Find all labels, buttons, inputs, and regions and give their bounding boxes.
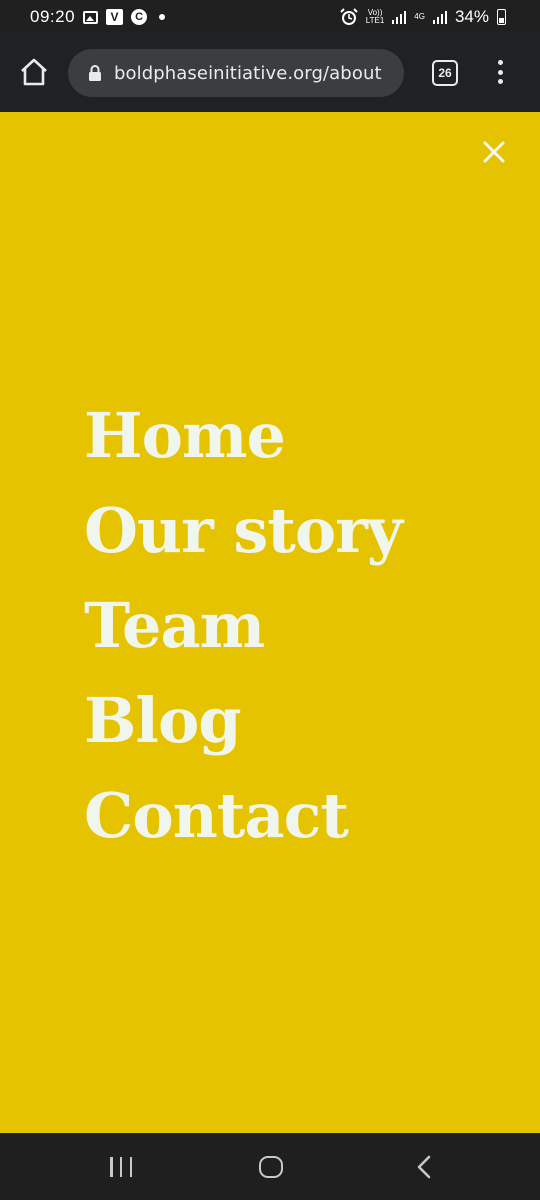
nav-item-our-story[interactable]: Our story: [84, 483, 403, 578]
volte-indicator: Vo)) LTE1: [366, 9, 385, 25]
nav-item-home[interactable]: Home: [84, 388, 402, 483]
page-content: Home Our story Team Blog Contact: [0, 112, 540, 1133]
back-icon[interactable]: [414, 1155, 434, 1179]
home-icon[interactable]: [18, 56, 50, 88]
recents-icon[interactable]: [110, 1157, 132, 1177]
gallery-icon: [83, 10, 99, 24]
status-time: 09:20: [30, 7, 76, 26]
signal-icon: [392, 10, 407, 24]
close-icon[interactable]: [480, 138, 508, 166]
status-bar: 09:20 V C Vo)) LTE1 4G 34%: [0, 0, 540, 34]
lte-label: LTE1: [365, 16, 385, 25]
tabs-icon[interactable]: 26: [432, 60, 458, 86]
status-right: Vo)) LTE1 4G 34%: [340, 7, 506, 27]
signal-icon-2: [432, 10, 447, 24]
dot-icon: [159, 14, 166, 20]
system-nav-bar: [0, 1133, 540, 1200]
battery-icon: [497, 9, 506, 25]
network-type: 4G: [414, 12, 425, 21]
battery-percent: 34%: [454, 7, 489, 26]
c-app-icon: C: [131, 9, 148, 25]
url-text: boldphaseinitiative.org/about: [114, 62, 382, 84]
nav-item-team[interactable]: Team: [84, 578, 402, 673]
browser-toolbar: boldphaseinitiative.org/about 26: [0, 34, 540, 112]
more-vert-icon[interactable]: [490, 56, 510, 88]
home-button-icon[interactable]: [259, 1156, 283, 1178]
url-bar[interactable]: boldphaseinitiative.org/about: [68, 49, 404, 97]
lock-icon: [88, 64, 102, 82]
nav-item-blog[interactable]: Blog: [84, 673, 402, 768]
nav-item-contact[interactable]: Contact: [84, 768, 402, 863]
v-app-icon: V: [106, 9, 124, 25]
nav-menu: Home Our story Team Blog Contact: [84, 388, 403, 863]
alarm-icon: [340, 8, 358, 26]
status-left: 09:20 V C: [30, 7, 166, 27]
